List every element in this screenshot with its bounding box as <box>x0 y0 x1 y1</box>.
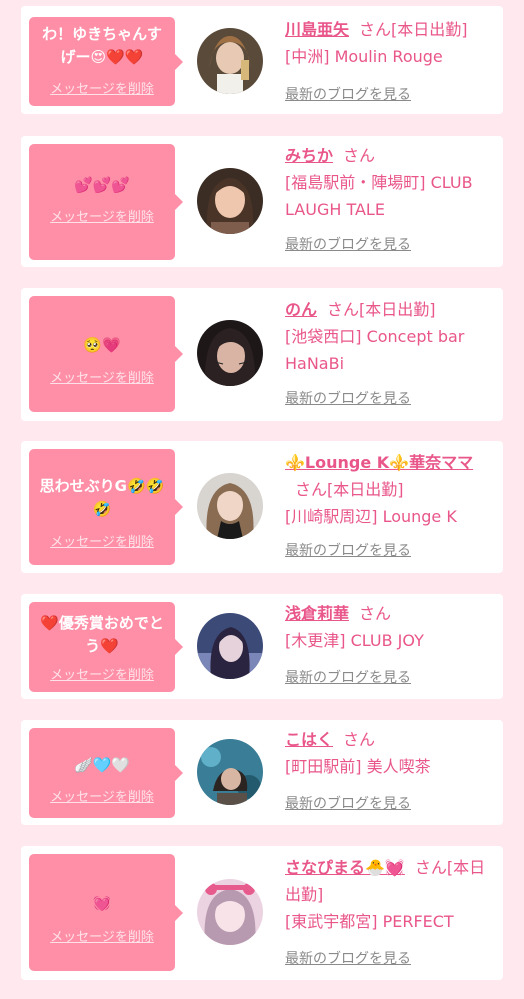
blog-link[interactable]: 最新のブログを見る <box>285 669 411 687</box>
delete-message-link[interactable]: メッセージを削除 <box>29 668 175 684</box>
delete-message-link[interactable]: メッセージを削除 <box>29 210 175 226</box>
blog-link[interactable]: 最新のブログを見る <box>285 86 411 104</box>
message-card: わ！ゆきちゃんすげー😍❤️❤️ メッセージを削除 川島亜矢 さん[本日出勤] [中… <box>21 6 503 114</box>
hostess-name-link[interactable]: 川島亜矢 <box>285 20 349 39</box>
message-card: ❤️優秀賞おめでとう❤️ メッセージを削除 浅倉莉華 さん [木更津] CLUB … <box>21 594 503 699</box>
delete-message-link[interactable]: メッセージを削除 <box>29 371 175 387</box>
shop-label: [中洲] Moulin Rouge <box>285 47 443 66</box>
blog-link[interactable]: 最新のブログを見る <box>285 795 411 813</box>
hostess-suffix: さん <box>343 730 376 749</box>
message-text: わ！ゆきちゃんすげー😍❤️❤️ <box>42 25 162 66</box>
hostess-info: 川島亜矢 さん[本日出勤] [中洲] Moulin Rouge <box>285 16 497 70</box>
message-bubble: 🥺💗 メッセージを削除 <box>29 296 183 412</box>
hostess-info: さなぴまる🐣💓 さん[本日出勤] [東武宇都宮] PERFECT <box>285 854 497 935</box>
message-text: 🥺💗 <box>83 336 121 354</box>
message-bubble: ❤️優秀賞おめでとう❤️ メッセージを削除 <box>29 602 183 692</box>
shop-label: [川崎駅周辺] Lounge K <box>285 507 457 526</box>
avatar[interactable] <box>197 739 263 805</box>
message-text: 💓 <box>92 894 112 912</box>
hostess-name-link[interactable]: みちか <box>285 146 333 165</box>
message-text: 思わせぶりG🤣🤣🤣 <box>39 477 165 518</box>
delete-message-link[interactable]: メッセージを削除 <box>29 82 175 98</box>
avatar[interactable] <box>197 320 263 386</box>
message-text: ❤️優秀賞おめでとう❤️ <box>40 614 164 655</box>
message-card: 💕💕💕 メッセージを削除 みちか さん [福島駅前・陣場町] CLUB LAUGH… <box>21 136 503 267</box>
avatar[interactable] <box>197 28 263 94</box>
message-text: 🪽🩵🤍 <box>73 756 131 774</box>
hostess-suffix: さん[本日出勤] <box>359 20 468 39</box>
avatar[interactable] <box>197 473 263 539</box>
hostess-suffix: さん <box>359 604 392 623</box>
delete-message-link[interactable]: メッセージを削除 <box>29 790 175 806</box>
message-card: 思わせぶりG🤣🤣🤣 メッセージを削除 ⚜️Lounge K⚜️華奈ママさん[本日… <box>21 441 503 573</box>
shop-label: [木更津] CLUB JOY <box>285 631 424 650</box>
message-bubble: 💕💕💕 メッセージを削除 <box>29 144 183 260</box>
delete-message-link[interactable]: メッセージを削除 <box>29 930 175 946</box>
hostess-name-link[interactable]: さなぴまる🐣💓 <box>285 858 405 877</box>
hostess-info: こはく さん [町田駅前] 美人喫茶 <box>285 726 497 780</box>
hostess-name-link[interactable]: ⚜️Lounge K⚜️華奈ママ <box>285 453 473 472</box>
message-card: 🪽🩵🤍 メッセージを削除 こはく さん [町田駅前] 美人喫茶 最新のブログを見る <box>21 720 503 825</box>
delete-message-link[interactable]: メッセージを削除 <box>29 535 175 551</box>
message-text: 💕💕💕 <box>73 176 131 194</box>
hostess-suffix: さん <box>343 146 376 165</box>
message-bubble: 💓 メッセージを削除 <box>29 854 183 971</box>
shop-label: [池袋西口] Concept bar HaNaBi <box>285 327 465 373</box>
avatar[interactable] <box>197 879 263 945</box>
hostess-info: みちか さん [福島駅前・陣場町] CLUB LAUGH TALE <box>285 142 497 223</box>
avatar[interactable] <box>197 168 263 234</box>
shop-label: [町田駅前] 美人喫茶 <box>285 757 431 776</box>
hostess-suffix: さん[本日出勤] <box>295 480 404 499</box>
message-card: 💓 メッセージを削除 さなぴまる🐣💓 さん[本日出勤] [東武宇都宮] PERFE… <box>21 846 503 980</box>
hostess-info: ⚜️Lounge K⚜️華奈ママさん[本日出勤] [川崎駅周辺] Lounge … <box>285 449 497 530</box>
hostess-info: 浅倉莉華 さん [木更津] CLUB JOY <box>285 600 497 654</box>
message-bubble: わ！ゆきちゃんすげー😍❤️❤️ メッセージを削除 <box>29 17 183 106</box>
message-card: 🥺💗 メッセージを削除 のん さん[本日出勤] [池袋西口] Concept ba… <box>21 288 503 421</box>
blog-link[interactable]: 最新のブログを見る <box>285 950 411 968</box>
hostess-info: のん さん[本日出勤] [池袋西口] Concept bar HaNaBi <box>285 296 497 377</box>
message-bubble: 思わせぶりG🤣🤣🤣 メッセージを削除 <box>29 449 183 565</box>
hostess-suffix: さん[本日出勤] <box>327 300 436 319</box>
hostess-name-link[interactable]: こはく <box>285 730 333 749</box>
avatar[interactable] <box>197 613 263 679</box>
blog-link[interactable]: 最新のブログを見る <box>285 542 411 560</box>
hostess-name-link[interactable]: 浅倉莉華 <box>285 604 349 623</box>
hostess-name-link[interactable]: のん <box>285 300 317 319</box>
blog-link[interactable]: 最新のブログを見る <box>285 236 411 254</box>
shop-label: [東武宇都宮] PERFECT <box>285 912 454 931</box>
shop-label: [福島駅前・陣場町] CLUB LAUGH TALE <box>285 173 473 219</box>
blog-link[interactable]: 最新のブログを見る <box>285 390 411 408</box>
message-bubble: 🪽🩵🤍 メッセージを削除 <box>29 728 183 818</box>
